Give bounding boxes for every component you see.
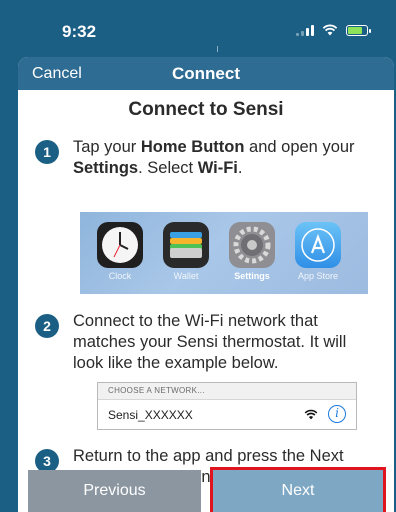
wifi-icon — [322, 24, 338, 36]
network-name: Sensi_XXXXXX — [108, 408, 193, 422]
page-title: Connect to Sensi — [128, 99, 284, 120]
settings-gear-icon — [229, 222, 275, 268]
app-store-icon — [295, 222, 341, 268]
ios-home-screen-image: Clock Wallet Settings App Store — [80, 212, 368, 294]
app-label: Clock — [108, 271, 132, 281]
cellular-signal-icon — [296, 24, 314, 36]
info-icon: i — [328, 405, 346, 423]
app-label: App Store — [297, 271, 339, 281]
app-settings: Settings — [226, 222, 278, 281]
step-1-badge: 1 — [35, 140, 59, 164]
status-time: 9:32 — [62, 22, 97, 41]
wallet-icon — [163, 222, 209, 268]
step-1-text: Tap your Home Button and open your Setti… — [73, 138, 355, 177]
nav-title: Connect — [172, 64, 240, 83]
status-bar: 9:32 — [0, 0, 396, 52]
step-2-text: Connect to the Wi-Fi network that matche… — [73, 312, 347, 372]
nav-bar: Cancel Connect — [18, 57, 394, 90]
app-label: Wallet — [173, 271, 199, 281]
network-list-header: CHOOSE A NETWORK... — [98, 383, 356, 400]
app-clock: Clock — [94, 222, 146, 281]
battery-icon — [346, 24, 371, 36]
connect-sheet: Cancel Connect Connect to Sensi 1 Tap yo… — [18, 57, 394, 512]
next-button[interactable]: Next — [210, 467, 386, 512]
previous-button[interactable]: Previous — [28, 470, 201, 512]
clock-icon — [97, 222, 143, 268]
status-divider — [217, 46, 218, 52]
app-label: Settings — [234, 271, 270, 281]
app-wallet: Wallet — [160, 222, 212, 281]
app-app-store: App Store — [292, 222, 344, 281]
step-2-badge: 2 — [35, 314, 59, 338]
network-row: Sensi_XXXXXX i — [98, 400, 356, 430]
network-example: CHOOSE A NETWORK... Sensi_XXXXXX i — [97, 382, 357, 430]
wifi-icon — [304, 409, 318, 419]
status-icons — [296, 24, 371, 36]
